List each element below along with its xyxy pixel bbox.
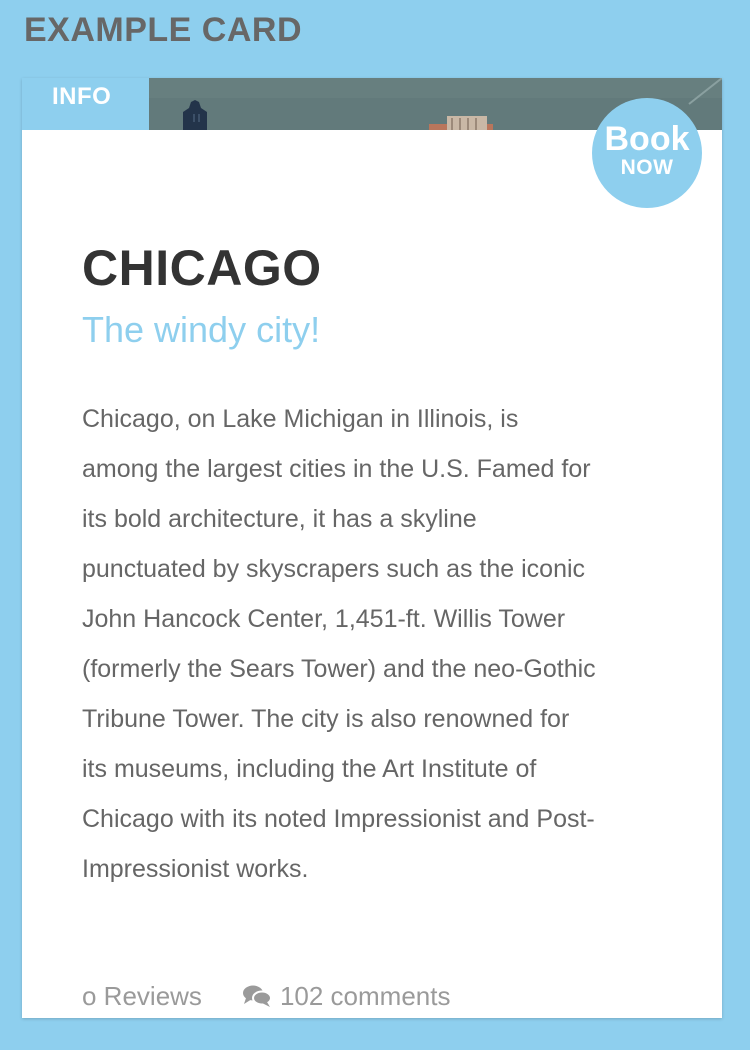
info-tab[interactable]: INFO <box>22 78 149 130</box>
card-description: Chicago, on Lake Michigan in Illinois, i… <box>82 405 596 883</box>
card-content: CHICAGO The windy city! Chicago, on Lake… <box>22 130 722 1018</box>
book-now-button[interactable]: Book NOW <box>592 98 702 208</box>
reviews-link[interactable]: o Reviews <box>82 981 202 1012</box>
comments-link[interactable]: 102 comments <box>242 980 451 1012</box>
destination-card: INFO CHICAGO The windy city! Chicago, on… <box>22 78 722 1018</box>
book-now-label-now: NOW <box>620 156 674 179</box>
page-heading: EXAMPLE CARD <box>24 11 303 49</box>
card-subtitle: The windy city! <box>82 309 321 350</box>
card-title: CHICAGO <box>82 240 322 296</box>
book-now-label-book: Book <box>604 120 690 158</box>
card-footer: o Reviews 102 comments <box>82 976 450 1016</box>
comments-count: 102 comments <box>279 980 451 1011</box>
comments-icon <box>242 983 272 1009</box>
